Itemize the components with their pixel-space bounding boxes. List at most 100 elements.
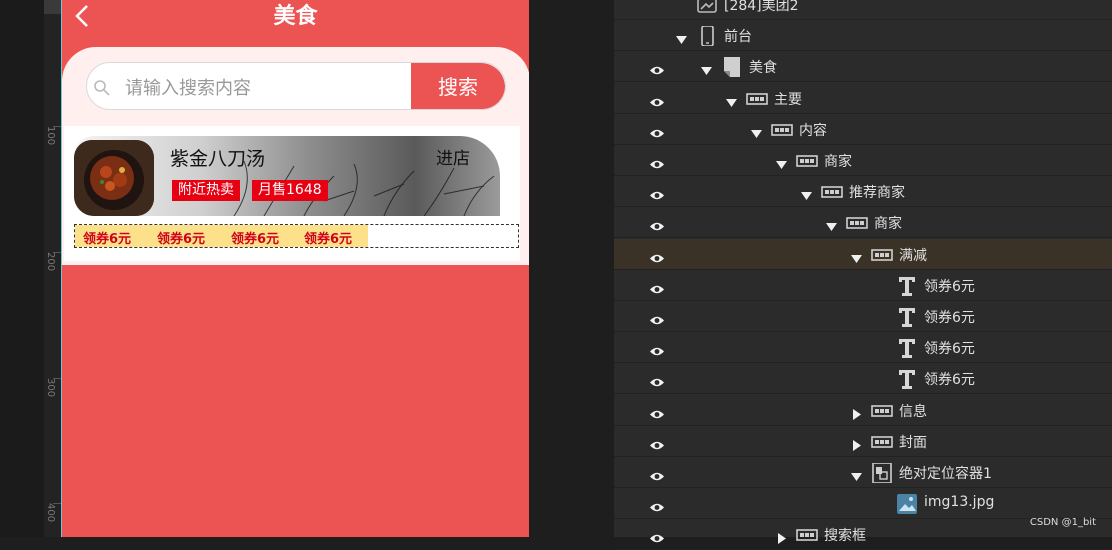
layer-row[interactable]: 商家 [614,207,1112,239]
layer-label: 绝对定位容器1 [899,466,992,482]
search-icon [94,80,110,96]
layer-row[interactable]: 主要 [614,83,1112,114]
watermark: CSDN @1_bit [1029,517,1096,528]
layer-label: 内容 [799,122,827,139]
container-icon [871,401,893,421]
discount-row: 领券6元 领券6元 领券6元 领券6元 [74,224,519,248]
layer-row[interactable]: 领券6元 [614,363,1112,395]
caret-down-icon[interactable] [701,61,712,76]
shop-name: 紫金八刀汤 [170,148,266,170]
caret-right-icon[interactable] [851,405,862,420]
eye-icon[interactable] [649,124,665,138]
layer-label: 前台 [724,29,752,46]
layer-row[interactable]: 绝对定位容器1 [614,457,1112,488]
layer-row[interactable]: 前台 [614,20,1112,52]
layer-label: 领券6元 [924,372,975,389]
layer-row[interactable]: 领券6元 [614,270,1112,301]
hot-nearby-tag: 附近热卖 [172,180,240,201]
eye-icon[interactable] [649,467,665,481]
caret-down-icon[interactable] [676,30,687,45]
text-icon [896,276,918,296]
eye-icon[interactable] [649,436,665,450]
layer-row[interactable]: [284]美团2 [614,0,1112,20]
search-box: 搜索 [86,62,506,110]
eye-icon[interactable] [649,342,665,356]
layer-row[interactable]: 内容 [614,114,1112,145]
layer-tree-panel: [284]美团2 前台 美食 主要 内容 商家 推荐商家 商家 满减 领券6元 领券6元 领券6元 领券… [614,0,1112,550]
coupon-label[interactable]: 领券6元 [83,228,131,247]
layer-label: 领券6元 [924,341,975,358]
container-icon [746,89,768,109]
container-icon [796,151,818,171]
container-icon [796,525,818,545]
layer-row[interactable]: 推荐商家 [614,176,1112,208]
container-icon [846,213,868,233]
layer-label: 主要 [774,91,802,108]
eye-icon[interactable] [649,249,665,262]
coupon-label[interactable]: 领券6元 [304,228,352,247]
eye-icon[interactable] [649,405,665,418]
phone-preview: 美食 搜索 [61,0,529,537]
caret-down-icon[interactable] [801,186,812,201]
caret-down-icon[interactable] [776,155,787,169]
text-icon [896,369,918,390]
monthly-sales-tag: 月售1648 [252,180,328,201]
layer-row[interactable]: 领券6元 [614,332,1112,364]
layer-label: 领券6元 [924,278,975,295]
text-icon [896,338,918,359]
left-canvas-margin [0,0,44,537]
caret-right-icon[interactable] [776,529,787,545]
layer-label: 搜索框 [824,528,866,545]
shop-thumbnail-image [74,140,154,216]
eye-icon[interactable] [649,280,665,294]
text-icon [896,307,918,327]
container-icon [871,432,893,452]
eye-icon[interactable] [649,217,665,231]
eye-icon[interactable] [649,186,665,200]
search-input[interactable] [123,73,407,103]
layer-label: 满减 [899,247,927,264]
eye-icon[interactable] [649,61,665,75]
eye-icon[interactable] [649,311,665,325]
layer-row[interactable]: 封面 [614,426,1112,457]
caret-down-icon[interactable] [851,249,862,263]
absolute-container-icon [871,462,893,484]
layer-label: 商家 [874,216,902,233]
search-button[interactable]: 搜索 [411,63,505,109]
layer-row[interactable]: 满减 [614,238,1112,270]
recommended-shop: 紫金八刀汤 进店 附近热卖 月售1648 领券6元 领券6元 领券6元 领券6元 [64,126,520,261]
eye-icon[interactable] [649,498,665,512]
caret-down-icon[interactable] [851,467,862,481]
caret-down-icon[interactable] [751,124,762,138]
caret-right-icon[interactable] [851,436,862,451]
eye-icon[interactable] [649,155,665,169]
eye-icon[interactable] [649,373,665,387]
eye-icon[interactable] [649,529,665,543]
layer-row[interactable]: 领券6元 [614,301,1112,332]
layer-label: 商家 [824,154,852,170]
layer-row[interactable]: img13.jpg [614,488,1112,520]
image-icon [896,494,918,515]
layer-label: 封面 [899,434,927,451]
layer-label: 美食 [749,60,777,77]
layer-row[interactable]: 信息 [614,395,1112,426]
layer-label: 领券6元 [924,310,975,326]
layer-label: 信息 [899,403,927,420]
project-icon [696,0,718,15]
container-icon [871,245,893,265]
layer-label: [284]美团2 [724,0,799,14]
layer-row[interactable]: 美食 [614,51,1112,83]
coupon-label[interactable]: 领券6元 [231,228,279,247]
canvas-gap [529,0,614,537]
caret-down-icon[interactable] [826,217,837,232]
layer-row[interactable]: 商家 [614,145,1112,176]
eye-icon[interactable] [649,93,665,106]
caret-down-icon[interactable] [726,93,737,107]
page-icon [721,57,743,78]
enter-shop-link[interactable]: 进店 [436,144,470,169]
shop-card[interactable]: 紫金八刀汤 进店 附近热卖 月售1648 [74,136,500,216]
layer-label: 推荐商家 [849,185,905,202]
phone-icon [696,25,718,47]
layer-label: img13.jpg [924,494,995,511]
coupon-label[interactable]: 领券6元 [157,228,205,247]
